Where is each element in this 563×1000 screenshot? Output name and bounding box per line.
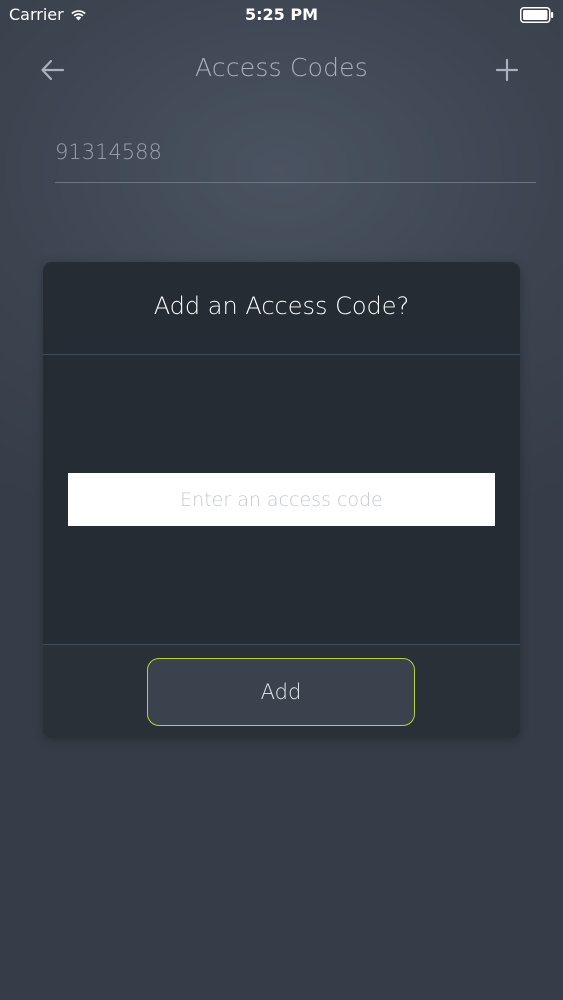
navigation-bar: Access Codes xyxy=(0,40,563,100)
add-code-button[interactable] xyxy=(489,52,525,88)
dialog-footer: Add xyxy=(43,644,520,738)
dialog-header: Add an Access Code? xyxy=(43,262,520,355)
access-code-value: 91314588 xyxy=(55,140,162,164)
access-code-row[interactable]: 91314588 xyxy=(55,132,536,183)
battery-icon xyxy=(520,7,554,23)
status-bar: Carrier 5:25 PM xyxy=(0,0,563,30)
status-time: 5:25 PM xyxy=(244,5,318,24)
plus-icon xyxy=(495,58,519,82)
dialog-title: Add an Access Code? xyxy=(153,292,410,320)
add-access-code-dialog: Add an Access Code? Add xyxy=(43,262,520,738)
add-button[interactable]: Add xyxy=(147,658,415,726)
page-title: Access Codes xyxy=(195,53,368,82)
access-code-input[interactable] xyxy=(68,473,495,526)
